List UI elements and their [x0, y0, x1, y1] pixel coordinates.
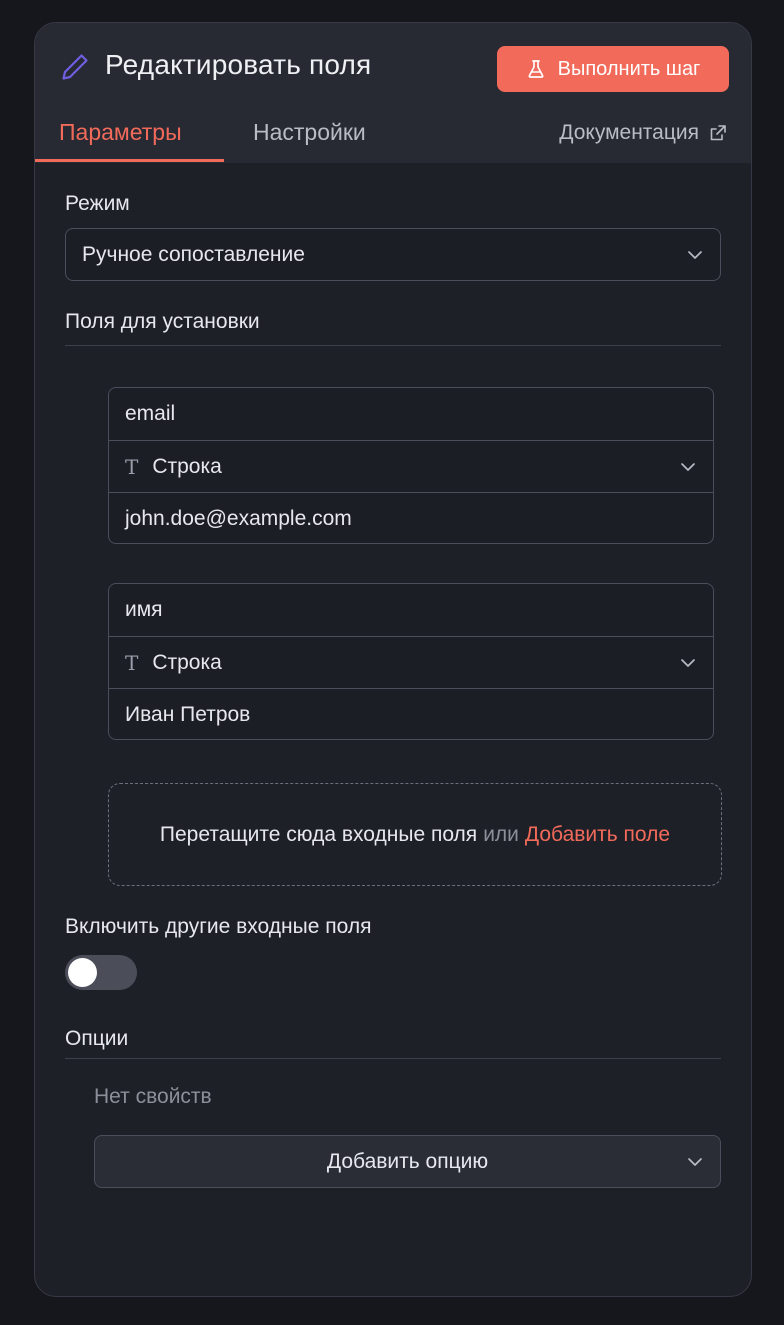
field-dropzone[interactable]: Перетащите сюда входные поля или Добавит… [108, 783, 722, 886]
documentation-label: Документация [559, 121, 699, 144]
field-card: email T Строка john.doe@example.com [108, 387, 714, 544]
page-title: Редактировать поля [105, 49, 372, 80]
field-name-input[interactable]: email [109, 388, 713, 440]
field-type: Строка [152, 650, 222, 674]
active-tab-indicator [35, 159, 224, 162]
documentation-link[interactable]: Документация [559, 121, 727, 145]
tab-parameters[interactable]: Параметры [59, 119, 182, 146]
options-divider [65, 1058, 721, 1059]
mode-select[interactable]: Ручное сопоставление [65, 228, 721, 281]
field-type: Строка [152, 454, 222, 478]
options-label: Опции [65, 1027, 129, 1050]
chevron-down-icon [688, 250, 702, 259]
flask-icon [528, 60, 544, 78]
field-type-select[interactable]: T Строка [109, 440, 713, 492]
mode-label: Режим [65, 192, 130, 215]
field-type-select[interactable]: T Строка [109, 636, 713, 688]
field-name-input[interactable]: имя [109, 584, 713, 636]
toggle-knob [68, 958, 97, 987]
field-name: email [125, 402, 176, 425]
field-value-input[interactable]: Иван Петров [109, 688, 713, 740]
field-card: имя T Строка Иван Петров [108, 583, 714, 740]
add-field-link[interactable]: Добавить поле [525, 823, 670, 847]
fields-section-label: Поля для установки [65, 310, 260, 333]
field-name: имя [125, 598, 163, 621]
chevron-down-icon [688, 1157, 702, 1166]
tab-settings[interactable]: Настройки [253, 119, 366, 146]
pencil-icon [62, 54, 88, 80]
no-properties-text: Нет свойств [94, 1085, 212, 1108]
include-other-toggle[interactable] [65, 955, 137, 990]
dropzone-or: или [483, 822, 519, 846]
field-value: Иван Петров [125, 702, 251, 726]
text-type-icon: T [125, 650, 139, 675]
field-value-input[interactable]: john.doe@example.com [109, 492, 713, 544]
text-type-icon: T [125, 454, 139, 479]
chevron-down-icon [681, 658, 695, 667]
add-option-label: Добавить опцию [326, 1149, 489, 1173]
dropzone-text: Перетащите сюда входные поля [159, 822, 478, 846]
panel-header: Редактировать поля Выполнить шаг Парамет… [35, 23, 751, 163]
external-link-icon [710, 125, 726, 141]
section-divider [65, 345, 721, 346]
include-other-label: Включить другие входные поля [65, 915, 372, 938]
run-step-label: Выполнить шаг [557, 57, 701, 80]
mode-value: Ручное сопоставление [82, 242, 305, 266]
run-step-button[interactable]: Выполнить шаг [497, 46, 729, 92]
field-value: john.doe@example.com [125, 506, 352, 530]
add-option-button[interactable]: Добавить опцию [94, 1135, 721, 1188]
chevron-down-icon [681, 462, 695, 471]
edit-fields-panel: Редактировать поля Выполнить шаг Парамет… [34, 22, 752, 1297]
